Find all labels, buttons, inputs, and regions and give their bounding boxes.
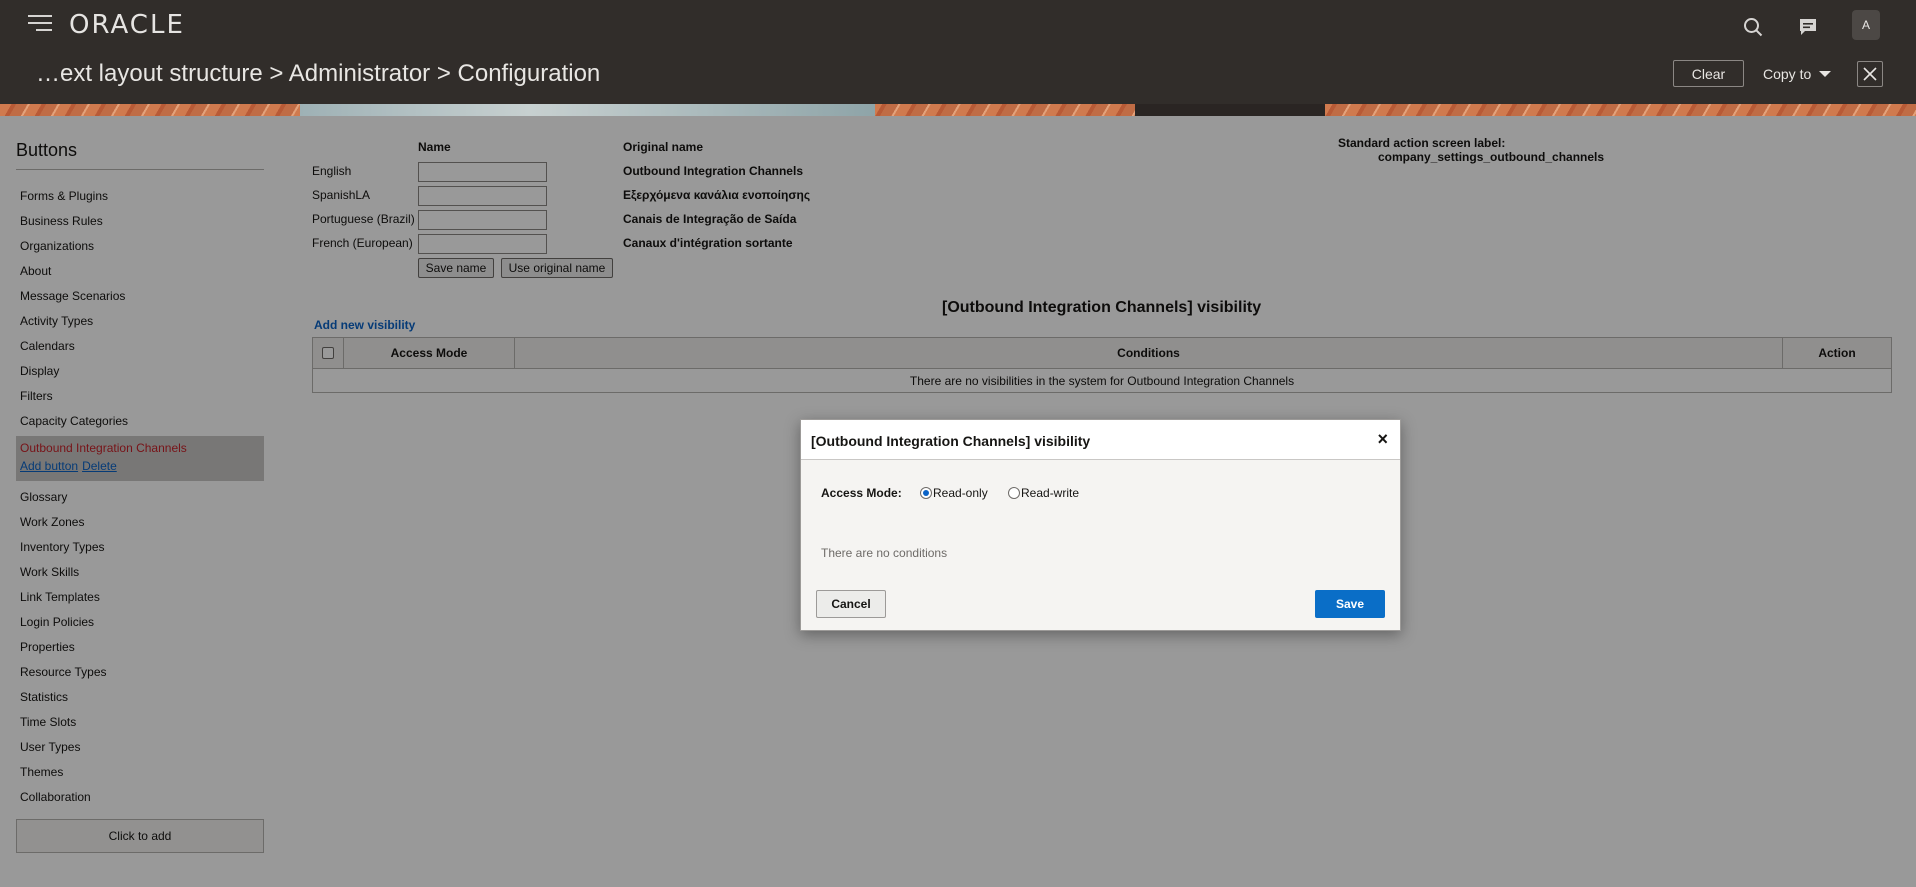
dialog-title: [Outbound Integration Channels] visibili… — [811, 433, 1091, 449]
oracle-logo: ORACLE — [69, 10, 185, 40]
access-mode-label: Access Mode: — [821, 486, 902, 500]
read-write-label[interactable]: Read-write — [1021, 486, 1079, 500]
cancel-button[interactable]: Cancel — [816, 590, 886, 618]
dialog-header: [Outbound Integration Channels] visibili… — [801, 420, 1400, 460]
copy-to-dropdown[interactable]: Copy to — [1763, 66, 1832, 82]
read-only-radio[interactable] — [920, 487, 932, 499]
breadcrumb: …ext layout structure > Administrator > … — [36, 60, 601, 87]
header-banner — [0, 104, 1916, 116]
close-icon[interactable]: × — [1377, 430, 1388, 448]
menu-icon[interactable] — [28, 15, 52, 33]
no-conditions-text: There are no conditions — [821, 546, 948, 560]
user-avatar[interactable]: A — [1852, 10, 1880, 40]
chevron-down-icon — [1819, 71, 1832, 77]
save-button[interactable]: Save — [1315, 590, 1385, 618]
copy-to-label: Copy to — [1763, 66, 1812, 82]
read-only-label[interactable]: Read-only — [933, 486, 988, 500]
visibility-dialog: [Outbound Integration Channels] visibili… — [800, 419, 1401, 631]
chat-icon[interactable] — [1793, 12, 1823, 42]
app-header: ORACLE A …ext layout structure > Adminis… — [0, 0, 1916, 104]
close-icon[interactable] — [1857, 61, 1883, 87]
search-icon[interactable] — [1738, 12, 1768, 42]
read-write-radio[interactable] — [1008, 487, 1020, 499]
clear-button[interactable]: Clear — [1673, 60, 1744, 87]
